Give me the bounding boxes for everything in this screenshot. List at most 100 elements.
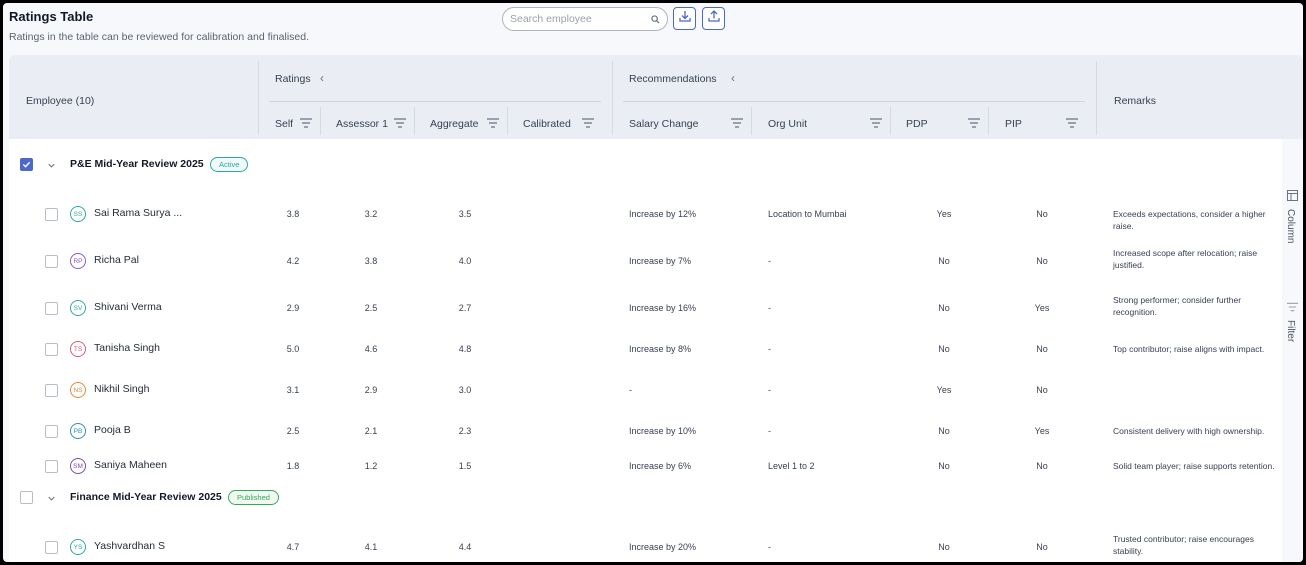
collapse-recommendations-icon[interactable]: ‹: [731, 71, 735, 85]
salary-change: Increase by 16%: [629, 303, 697, 313]
header-assessor1[interactable]: Assessor 1: [336, 118, 388, 130]
filter-icon[interactable]: [731, 118, 743, 128]
employee-name[interactable]: Yashvardhan S: [94, 540, 165, 552]
search-icon[interactable]: [650, 14, 660, 24]
search-box[interactable]: [502, 7, 668, 31]
assessor1-rating: 4.6: [364, 344, 378, 354]
table-row[interactable]: NS Nikhil Singh 3.1 2.9 3.0 - - Yes No: [9, 379, 1282, 403]
expand-chevron-icon[interactable]: [45, 492, 57, 504]
pdp-value: Yes: [936, 385, 952, 395]
avatar: RP: [70, 253, 86, 269]
group-checkbox[interactable]: [20, 491, 33, 504]
pip-value: No: [1036, 385, 1048, 395]
remarks-text: Consistent delivery with high ownership.: [1113, 426, 1265, 436]
employee-name[interactable]: Tanisha Singh: [94, 342, 160, 354]
table-row[interactable]: TS Tanisha Singh 5.0 4.6 4.8 Increase by 8% - N…: [9, 338, 1282, 362]
ratings-table-page: Ratings Table Ratings in the table can b…: [3, 3, 1303, 562]
group-checkbox[interactable]: [20, 158, 33, 171]
expand-chevron-icon[interactable]: [45, 159, 57, 171]
upload-button[interactable]: [702, 7, 725, 30]
download-icon: [678, 9, 692, 28]
filter-icon[interactable]: [1066, 118, 1078, 128]
assessor1-rating: 2.1: [364, 426, 378, 436]
header-remarks[interactable]: Remarks: [1114, 95, 1156, 107]
columns-icon: [1287, 190, 1298, 201]
table-row[interactable]: SV Shivani Verma 2.9 2.5 2.7 Increase by 16% -…: [9, 295, 1282, 321]
filter-icon[interactable]: [300, 118, 312, 128]
row-checkbox[interactable]: [45, 460, 58, 473]
aggregate-rating: 3.0: [458, 385, 472, 395]
org-unit: Level 1 to 2: [768, 461, 815, 471]
self-rating: 1.8: [286, 461, 300, 471]
employee-name[interactable]: Shivani Verma: [94, 301, 162, 313]
group-row: Finance Mid-Year Review 2025 Published: [9, 490, 1282, 514]
row-checkbox[interactable]: [45, 208, 58, 221]
table-row[interactable]: PB Pooja B 2.5 2.1 2.3 Increase by 10% - No Yes C…: [9, 420, 1282, 444]
self-rating: 3.1: [286, 385, 300, 395]
org-unit: -: [768, 256, 771, 266]
aggregate-rating: 1.5: [458, 461, 472, 471]
pdp-value: No: [938, 542, 950, 552]
employee-name[interactable]: Sai Rama Surya ...: [94, 207, 182, 219]
row-checkbox[interactable]: [45, 343, 58, 356]
employee-name[interactable]: Pooja B: [94, 424, 131, 436]
pdp-value: No: [938, 256, 950, 266]
employee-name[interactable]: Nikhil Singh: [94, 383, 149, 395]
filter-label[interactable]: Filter: [1285, 320, 1296, 342]
filter-icon[interactable]: [394, 118, 406, 128]
assessor1-rating: 3.2: [364, 209, 378, 219]
header-org-unit[interactable]: Org Unit: [768, 118, 807, 130]
header-aggregate[interactable]: Aggregate: [430, 118, 478, 130]
column-label[interactable]: Column: [1285, 209, 1296, 243]
table-row[interactable]: RP Richa Pal 4.2 3.8 4.0 Increase by 7% - No No I…: [9, 248, 1282, 274]
collapse-ratings-icon[interactable]: ‹: [320, 71, 324, 85]
table-row[interactable]: SS Sai Rama Surya ... 3.8 3.2 3.5 Increase by…: [9, 203, 1282, 231]
row-checkbox[interactable]: [45, 541, 58, 554]
filter-icon[interactable]: [968, 118, 980, 128]
table-row[interactable]: YS Yashvardhan S 4.7 4.1 4.4 Increase by 20% -…: [9, 534, 1282, 560]
header-pdp[interactable]: PDP: [906, 118, 928, 130]
filter-icon[interactable]: [582, 118, 594, 128]
row-checkbox[interactable]: [45, 302, 58, 315]
status-badge: Active: [210, 157, 249, 172]
avatar: NS: [70, 382, 86, 398]
pdp-value: No: [938, 344, 950, 354]
header-calibrated[interactable]: Calibrated: [523, 118, 571, 130]
filter-icon[interactable]: [870, 118, 882, 128]
pip-value: No: [1036, 542, 1048, 552]
header-ratings-group: Ratings: [275, 73, 311, 85]
row-checkbox[interactable]: [45, 425, 58, 438]
org-unit: -: [768, 385, 771, 395]
self-rating: 5.0: [286, 344, 300, 354]
org-unit: -: [768, 303, 771, 313]
search-input[interactable]: [510, 13, 650, 25]
header-employee[interactable]: Employee (10): [26, 95, 94, 107]
filter-icon[interactable]: [487, 118, 499, 128]
remarks-text: Exceeds expectations, consider a higher …: [1113, 209, 1266, 231]
status-badge: Published: [228, 490, 279, 505]
pip-value: No: [1036, 209, 1048, 219]
remarks-text: Strong performer; consider further recog…: [1113, 295, 1242, 317]
filter-panel-icon: [1287, 302, 1298, 312]
header-self[interactable]: Self: [275, 118, 293, 130]
upload-icon: [707, 9, 721, 28]
pip-value: No: [1036, 344, 1048, 354]
row-checkbox[interactable]: [45, 255, 58, 268]
salary-change: Increase by 6%: [629, 461, 692, 471]
org-unit: -: [768, 426, 771, 436]
assessor1-rating: 4.1: [364, 542, 378, 552]
header-salary-change[interactable]: Salary Change: [629, 118, 698, 130]
self-rating: 4.2: [286, 256, 300, 266]
page-subtitle: Ratings in the table can be reviewed for…: [9, 31, 310, 43]
self-rating: 2.5: [286, 426, 300, 436]
employee-name[interactable]: Saniya Maheen: [94, 459, 167, 471]
row-checkbox[interactable]: [45, 384, 58, 397]
header-pip[interactable]: PIP: [1005, 118, 1022, 130]
pdp-value: No: [938, 426, 950, 436]
employee-name[interactable]: Richa Pal: [94, 254, 139, 266]
table-row[interactable]: SM Saniya Maheen 1.8 1.2 1.5 Increase by 6% Le…: [9, 455, 1282, 479]
download-button[interactable]: [673, 7, 696, 30]
avatar: PB: [70, 423, 86, 439]
aggregate-rating: 4.0: [458, 256, 472, 266]
ratings-table: Employee (10) Ratings ‹ Self Assessor 1 …: [9, 55, 1303, 562]
